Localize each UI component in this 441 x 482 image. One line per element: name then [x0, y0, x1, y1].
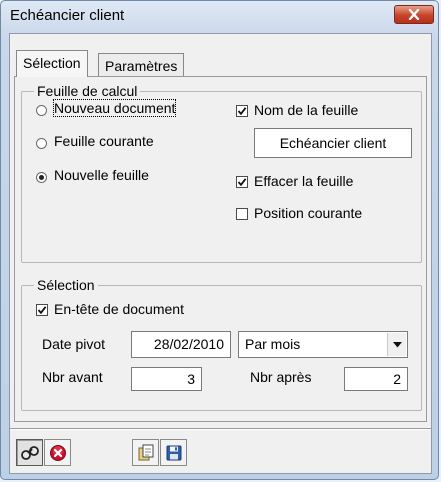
radio-feuille-courante[interactable] [36, 138, 47, 149]
feuille-de-calcul-group: Feuille de calcul Nouveau document Feuil… [21, 83, 422, 263]
dialog-window: Echéancier client Sélection Paramètres F… [0, 0, 439, 480]
copy-icon [138, 444, 153, 460]
chevron-down-icon [392, 341, 402, 347]
nbr-avant-input[interactable]: 3 [131, 367, 202, 391]
close-icon [408, 9, 420, 20]
selection-group: Sélection En-tête de document Date pivot… [21, 277, 422, 411]
dialog-client-area: Sélection Paramètres Feuille de calcul N… [9, 33, 432, 474]
tab-page-selection: Feuille de calcul Nouveau document Feuil… [14, 76, 427, 422]
date-pivot-input[interactable]: 28/02/2010 [131, 331, 231, 358]
date-pivot-value: 28/02/2010 [153, 336, 224, 352]
save-icon [166, 445, 181, 460]
checkbox-nom-feuille[interactable] [236, 105, 248, 117]
tab-selection[interactable]: Sélection [16, 50, 88, 77]
nbr-avant-value: 3 [187, 371, 195, 387]
toolbar-separator [10, 428, 431, 430]
checkbox-entete-document[interactable] [36, 304, 48, 316]
checkbox-effacer-feuille[interactable] [236, 176, 248, 188]
nom-feuille-value: Echéancier client [279, 135, 387, 151]
close-button[interactable] [394, 5, 434, 24]
feuille-group-label: Feuille de calcul [34, 83, 141, 99]
checkbox-nom-feuille-label[interactable]: Nom de la feuille [254, 102, 358, 118]
nbr-avant-label: Nbr avant [42, 369, 103, 385]
tab-parametres[interactable]: Paramètres [98, 53, 185, 77]
period-select-value: Par mois [245, 336, 301, 352]
window-title: Echéancier client [10, 7, 125, 24]
radio-nouvelle-feuille-label[interactable]: Nouvelle feuille [54, 167, 149, 183]
nom-feuille-input[interactable]: Echéancier client [254, 128, 412, 158]
radio-feuille-courante-label[interactable]: Feuille courante [54, 133, 154, 149]
cancel-button[interactable] [44, 439, 71, 466]
checkbox-entete-document-label[interactable]: En-tête de document [54, 301, 184, 317]
nbr-apres-input[interactable]: 2 [344, 367, 408, 391]
radio-nouveau-document-label[interactable]: Nouveau document [52, 99, 177, 117]
radio-nouvelle-feuille[interactable] [36, 172, 47, 183]
checkbox-position-courante-label[interactable]: Position courante [254, 205, 362, 221]
checkmark-icon [237, 178, 247, 187]
checkmark-icon [237, 107, 247, 116]
period-dropdown-button[interactable] [387, 333, 406, 356]
date-pivot-label: Date pivot [42, 336, 106, 352]
tab-parametres-label: Paramètres [105, 58, 178, 74]
title-bar[interactable]: Echéancier client [1, 1, 438, 33]
checkbox-position-courante[interactable] [236, 208, 248, 220]
cancel-icon [49, 444, 66, 461]
nbr-apres-label: Nbr après [250, 369, 312, 385]
copy-button[interactable] [132, 439, 159, 466]
period-select[interactable]: Par mois [238, 331, 408, 358]
nbr-apres-value: 2 [393, 371, 401, 387]
search-button[interactable] [16, 439, 43, 466]
radio-nouveau-document[interactable] [36, 105, 47, 116]
selection-group-label: Sélection [34, 277, 98, 293]
save-button[interactable] [160, 439, 187, 466]
tab-selection-label: Sélection [23, 55, 81, 71]
binoculars-icon [20, 445, 39, 460]
checkbox-effacer-feuille-label[interactable]: Effacer la feuille [254, 173, 353, 189]
checkmark-icon [37, 306, 47, 315]
